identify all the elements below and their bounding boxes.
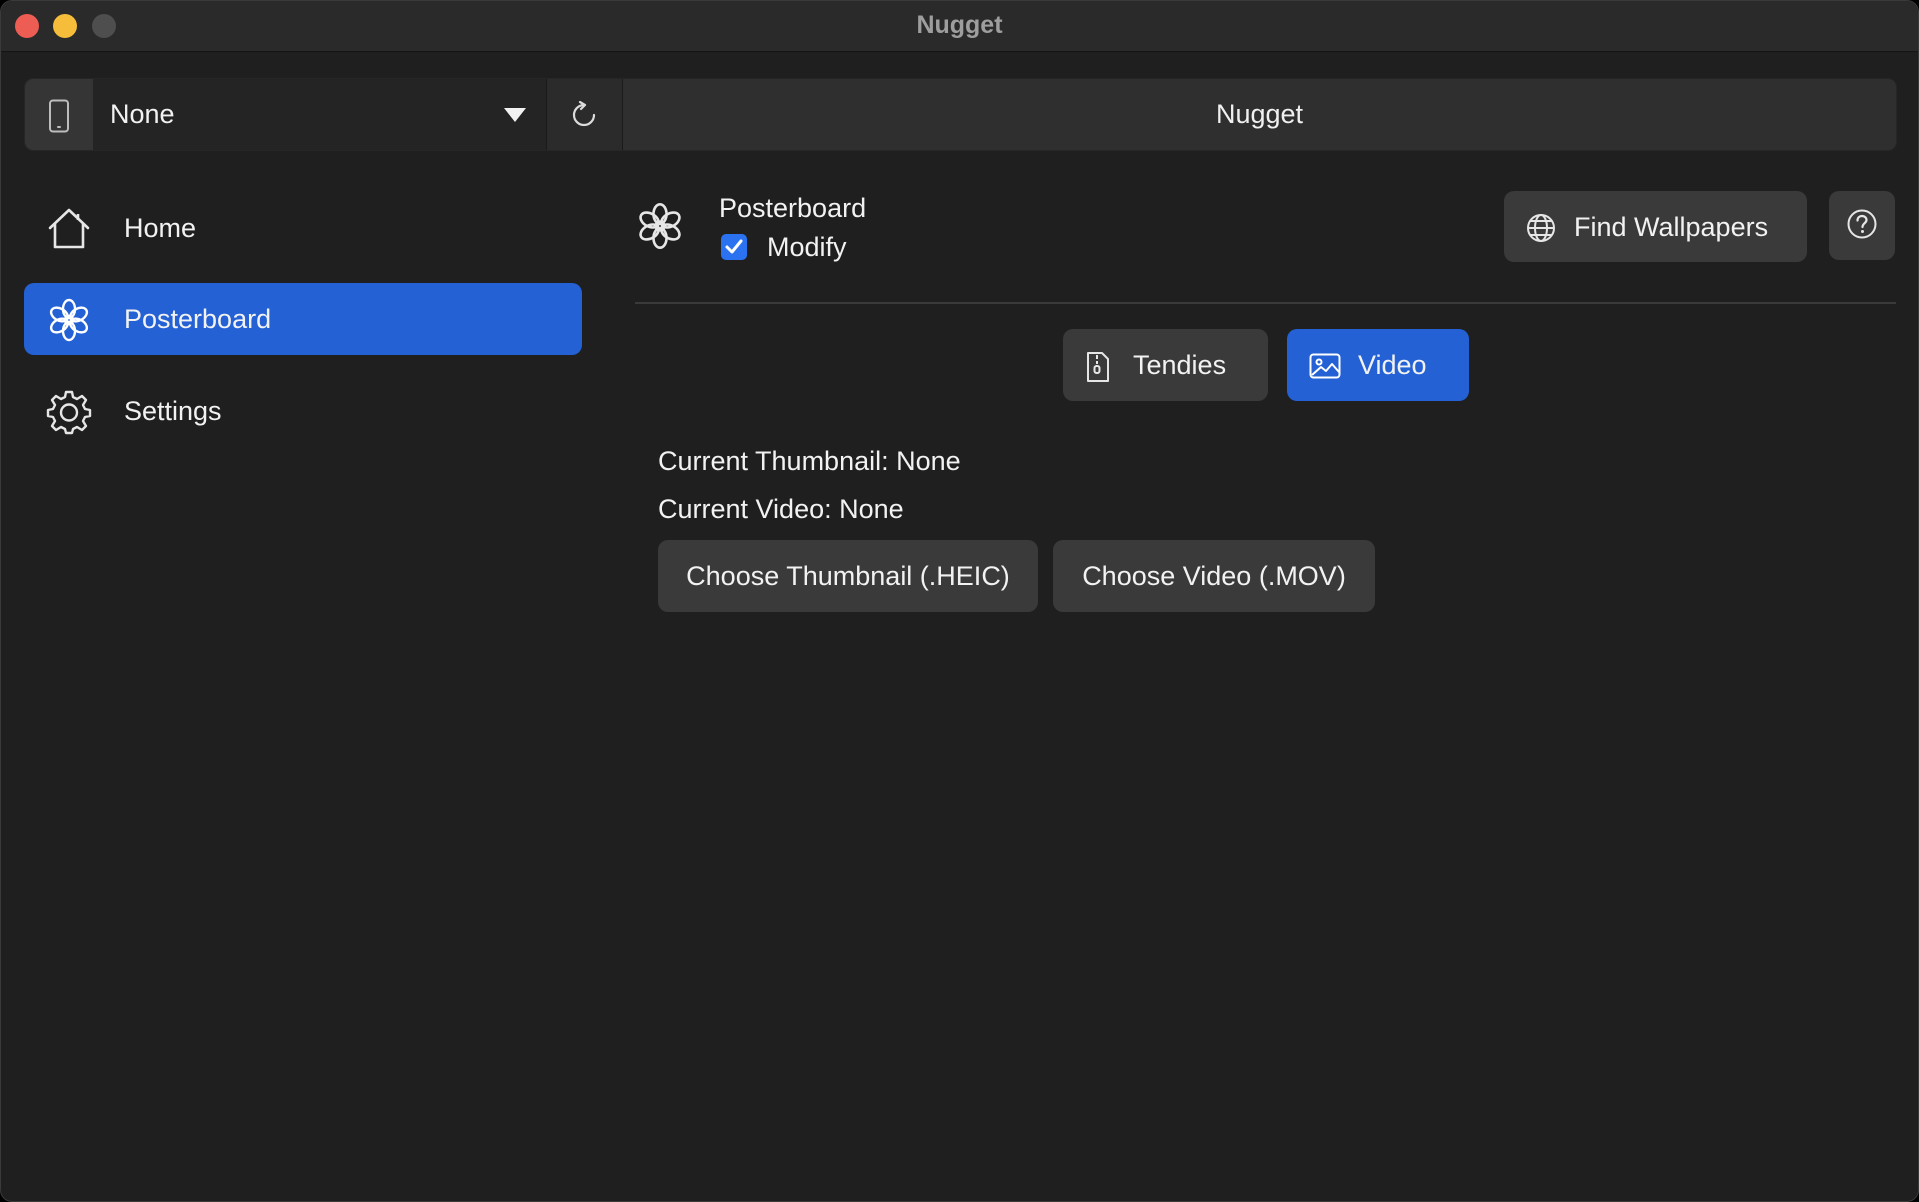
tab-tendies-label: Tendies: [1133, 350, 1227, 380]
sidebar-item-label: Home: [124, 213, 197, 243]
choose-thumbnail-button[interactable]: Choose Thumbnail (.HEIC): [658, 540, 1038, 612]
toolbar: None Nugget: [24, 78, 1897, 151]
modify-checkbox[interactable]: [721, 234, 747, 260]
device-select-value: None: [110, 99, 175, 129]
flower-icon: [635, 201, 685, 256]
home-icon: [46, 206, 92, 255]
current-thumbnail-text: Current Thumbnail: None: [658, 446, 961, 476]
app-window: Nugget None Nugget Home Posterboard Sett…: [0, 0, 1919, 1202]
sidebar-item-label: Posterboard: [124, 304, 272, 334]
sidebar-item-posterboard[interactable]: Posterboard: [24, 283, 582, 355]
title-bar: Nugget: [1, 1, 1918, 52]
flower-icon: [46, 297, 92, 348]
choose-video-button[interactable]: Choose Video (.MOV): [1053, 540, 1375, 612]
window-title: Nugget: [916, 11, 1003, 39]
page-title: Posterboard: [719, 193, 867, 223]
tab-tendies[interactable]: Tendies: [1063, 329, 1268, 401]
gear-icon: [46, 389, 92, 440]
header-divider: [635, 302, 1896, 304]
current-video-text: Current Video: None: [658, 494, 904, 524]
tab-video[interactable]: Video: [1287, 329, 1469, 401]
sidebar-item-settings[interactable]: Settings: [24, 375, 582, 447]
tab-video-label: Video: [1358, 350, 1427, 380]
device-icon-box: [25, 79, 93, 150]
modify-checkbox-label[interactable]: Modify: [767, 232, 847, 263]
device-select[interactable]: None: [93, 79, 547, 150]
toolbar-title: Nugget: [1215, 99, 1304, 129]
find-wallpapers-button[interactable]: Find Wallpapers: [1504, 191, 1807, 262]
refresh-button[interactable]: [547, 79, 623, 150]
help-button[interactable]: [1829, 191, 1895, 260]
chevron-down-icon: [503, 107, 527, 128]
sidebar-item-home[interactable]: Home: [24, 192, 582, 264]
find-wallpapers-label: Find Wallpapers: [1574, 212, 1769, 242]
sidebar-item-label: Settings: [124, 396, 222, 426]
